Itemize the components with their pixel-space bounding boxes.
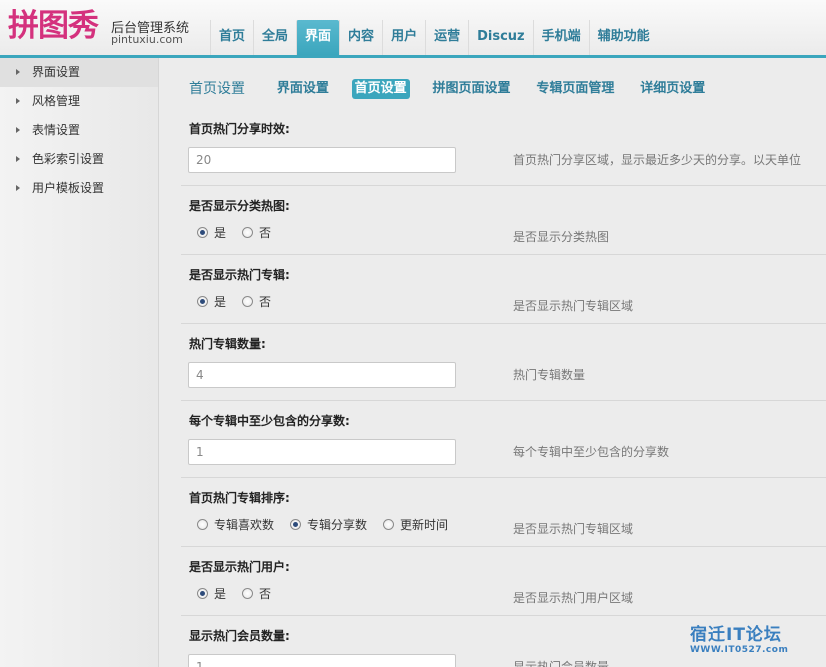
sidebar-item-color-index[interactable]: 色彩索引设置 [0, 145, 158, 174]
sidebar-item-label: 表情设置 [32, 123, 81, 137]
tab-detail-page-settings[interactable]: 详细页设置 [637, 79, 708, 99]
radio-label: 否 [259, 226, 272, 240]
divider [181, 400, 826, 401]
radio-button[interactable] [197, 588, 208, 599]
topnav-operations[interactable]: 运营 [425, 20, 468, 55]
hot-album-sort-label: 首页热门专辑排序: [189, 491, 290, 505]
show-hot-album-desc: 是否显示热门专辑区域 [513, 299, 634, 313]
hot-album-count-label: 热门专辑数量: [189, 337, 266, 351]
logo[interactable]: 拼图秀 后台管理系统 pintuxiu.com [8, 6, 208, 50]
caret-right-icon [16, 69, 20, 75]
show-category-hot-radio-group: 是 否 [197, 224, 287, 241]
radio-yes[interactable]: 是 [197, 293, 226, 310]
radio-no[interactable]: 否 [242, 585, 271, 602]
radio-label: 否 [259, 587, 272, 601]
tab-album-page-management[interactable]: 专辑页面管理 [533, 79, 617, 99]
show-hot-user-desc: 是否显示热门用户区域 [513, 591, 634, 605]
sidebar: 界面设置 风格管理 表情设置 色彩索引设置 用户模板设置 [0, 58, 159, 667]
radio-button[interactable] [197, 296, 208, 307]
radio-button[interactable] [242, 296, 254, 307]
section-title: 首页设置 [189, 81, 245, 97]
album-min-shares-label: 每个专辑中至少包含的分享数: [189, 414, 350, 428]
radio-label: 是 [214, 587, 227, 601]
divider [181, 546, 826, 547]
tab-interface-settings[interactable]: 界面设置 [274, 79, 332, 99]
hot-album-count-input[interactable] [188, 362, 456, 388]
radio-update-time[interactable]: 更新时间 [383, 516, 448, 533]
radio-label: 专辑分享数 [307, 518, 368, 532]
divider [181, 477, 826, 478]
divider [181, 615, 826, 616]
caret-right-icon [16, 156, 20, 162]
sidebar-item-label: 用户模板设置 [32, 181, 105, 195]
sidebar-item-interface-settings[interactable]: 界面设置 [0, 58, 158, 87]
radio-no[interactable]: 否 [242, 224, 271, 241]
divider [181, 323, 826, 324]
radio-label: 更新时间 [400, 518, 449, 532]
divider [181, 185, 826, 186]
tab-puzzle-page-settings[interactable]: 拼图页面设置 [430, 79, 514, 99]
logo-text: 拼图秀 [8, 8, 99, 44]
topnav-global[interactable]: 全局 [253, 20, 296, 55]
sidebar-item-emoji-settings[interactable]: 表情设置 [0, 116, 158, 145]
sidebar-item-label: 界面设置 [32, 65, 81, 79]
show-category-hot-label: 是否显示分类热图: [189, 199, 290, 213]
hot-share-days-label: 首页热门分享时效: [189, 122, 290, 136]
radio-label: 是 [214, 226, 227, 240]
radio-yes[interactable]: 是 [197, 224, 226, 241]
logo-domain: pintuxiu.com [111, 33, 183, 46]
sidebar-item-style-management[interactable]: 风格管理 [0, 87, 158, 116]
caret-right-icon [16, 127, 20, 133]
hot-member-count-input[interactable] [188, 654, 456, 667]
caret-right-icon [16, 185, 20, 191]
sidebar-item-user-templates[interactable]: 用户模板设置 [0, 174, 158, 203]
topnav-home[interactable]: 首页 [210, 20, 253, 55]
hot-album-sort-radio-group: 专辑喜欢数 专辑分享数 更新时间 [197, 516, 464, 533]
show-hot-album-radio-group: 是 否 [197, 293, 287, 310]
radio-button[interactable] [242, 588, 254, 599]
album-min-shares-desc: 每个专辑中至少包含的分享数 [513, 445, 670, 459]
radio-label: 专辑喜欢数 [214, 518, 275, 532]
divider [181, 254, 826, 255]
hot-share-days-input[interactable] [188, 147, 456, 173]
topnav-mobile[interactable]: 手机端 [532, 20, 589, 55]
sidebar-item-label: 色彩索引设置 [32, 152, 105, 166]
hot-album-count-desc: 热门专辑数量 [513, 368, 586, 382]
show-category-hot-desc: 是否显示分类热图 [513, 230, 610, 244]
radio-no[interactable]: 否 [242, 293, 271, 310]
sidebar-item-label: 风格管理 [32, 94, 81, 108]
hot-member-count-label: 显示热门会员数量: [189, 629, 290, 643]
hot-album-sort-desc: 是否显示热门专辑区域 [513, 522, 634, 536]
radio-button[interactable] [290, 519, 302, 530]
hot-member-count-desc: 显示热门会员数量 [513, 660, 610, 667]
caret-right-icon [16, 98, 20, 104]
main-content: 首页设置 界面设置 首页设置 拼图页面设置 专辑页面管理 详细页设置 首页热门分… [159, 58, 826, 667]
topnav-discuz[interactable]: Discuz [468, 20, 533, 55]
album-min-shares-input[interactable] [188, 439, 456, 465]
tab-home-settings[interactable]: 首页设置 [351, 79, 410, 99]
radio-label: 否 [259, 295, 272, 309]
radio-yes[interactable]: 是 [197, 585, 226, 602]
topnav-users[interactable]: 用户 [382, 20, 425, 55]
radio-button[interactable] [197, 227, 208, 238]
topnav-interface[interactable]: 界面 [296, 20, 340, 55]
radio-label: 是 [214, 295, 227, 309]
radio-button[interactable] [242, 227, 254, 238]
topnav-tools[interactable]: 辅助功能 [588, 20, 658, 55]
hot-share-days-desc: 首页热门分享区域，显示最近多少天的分享。以天单位 [513, 153, 802, 167]
show-hot-album-label: 是否显示热门专辑: [189, 268, 290, 282]
header-bar: 拼图秀 后台管理系统 pintuxiu.com 首页 全局 界面 内容 用户 运… [0, 0, 826, 55]
sub-nav: 首页设置 界面设置 首页设置 拼图页面设置 专辑页面管理 详细页设置 [189, 78, 724, 100]
radio-button[interactable] [383, 519, 395, 530]
show-hot-user-label: 是否显示热门用户: [189, 560, 290, 574]
radio-button[interactable] [197, 519, 208, 530]
topnav-content[interactable]: 内容 [339, 20, 382, 55]
radio-album-shares[interactable]: 专辑分享数 [290, 516, 367, 533]
radio-album-likes[interactable]: 专辑喜欢数 [197, 516, 274, 533]
show-hot-user-radio-group: 是 否 [197, 585, 287, 602]
top-nav: 首页 全局 界面 内容 用户 运营 Discuz 手机端 辅助功能 [210, 20, 658, 55]
